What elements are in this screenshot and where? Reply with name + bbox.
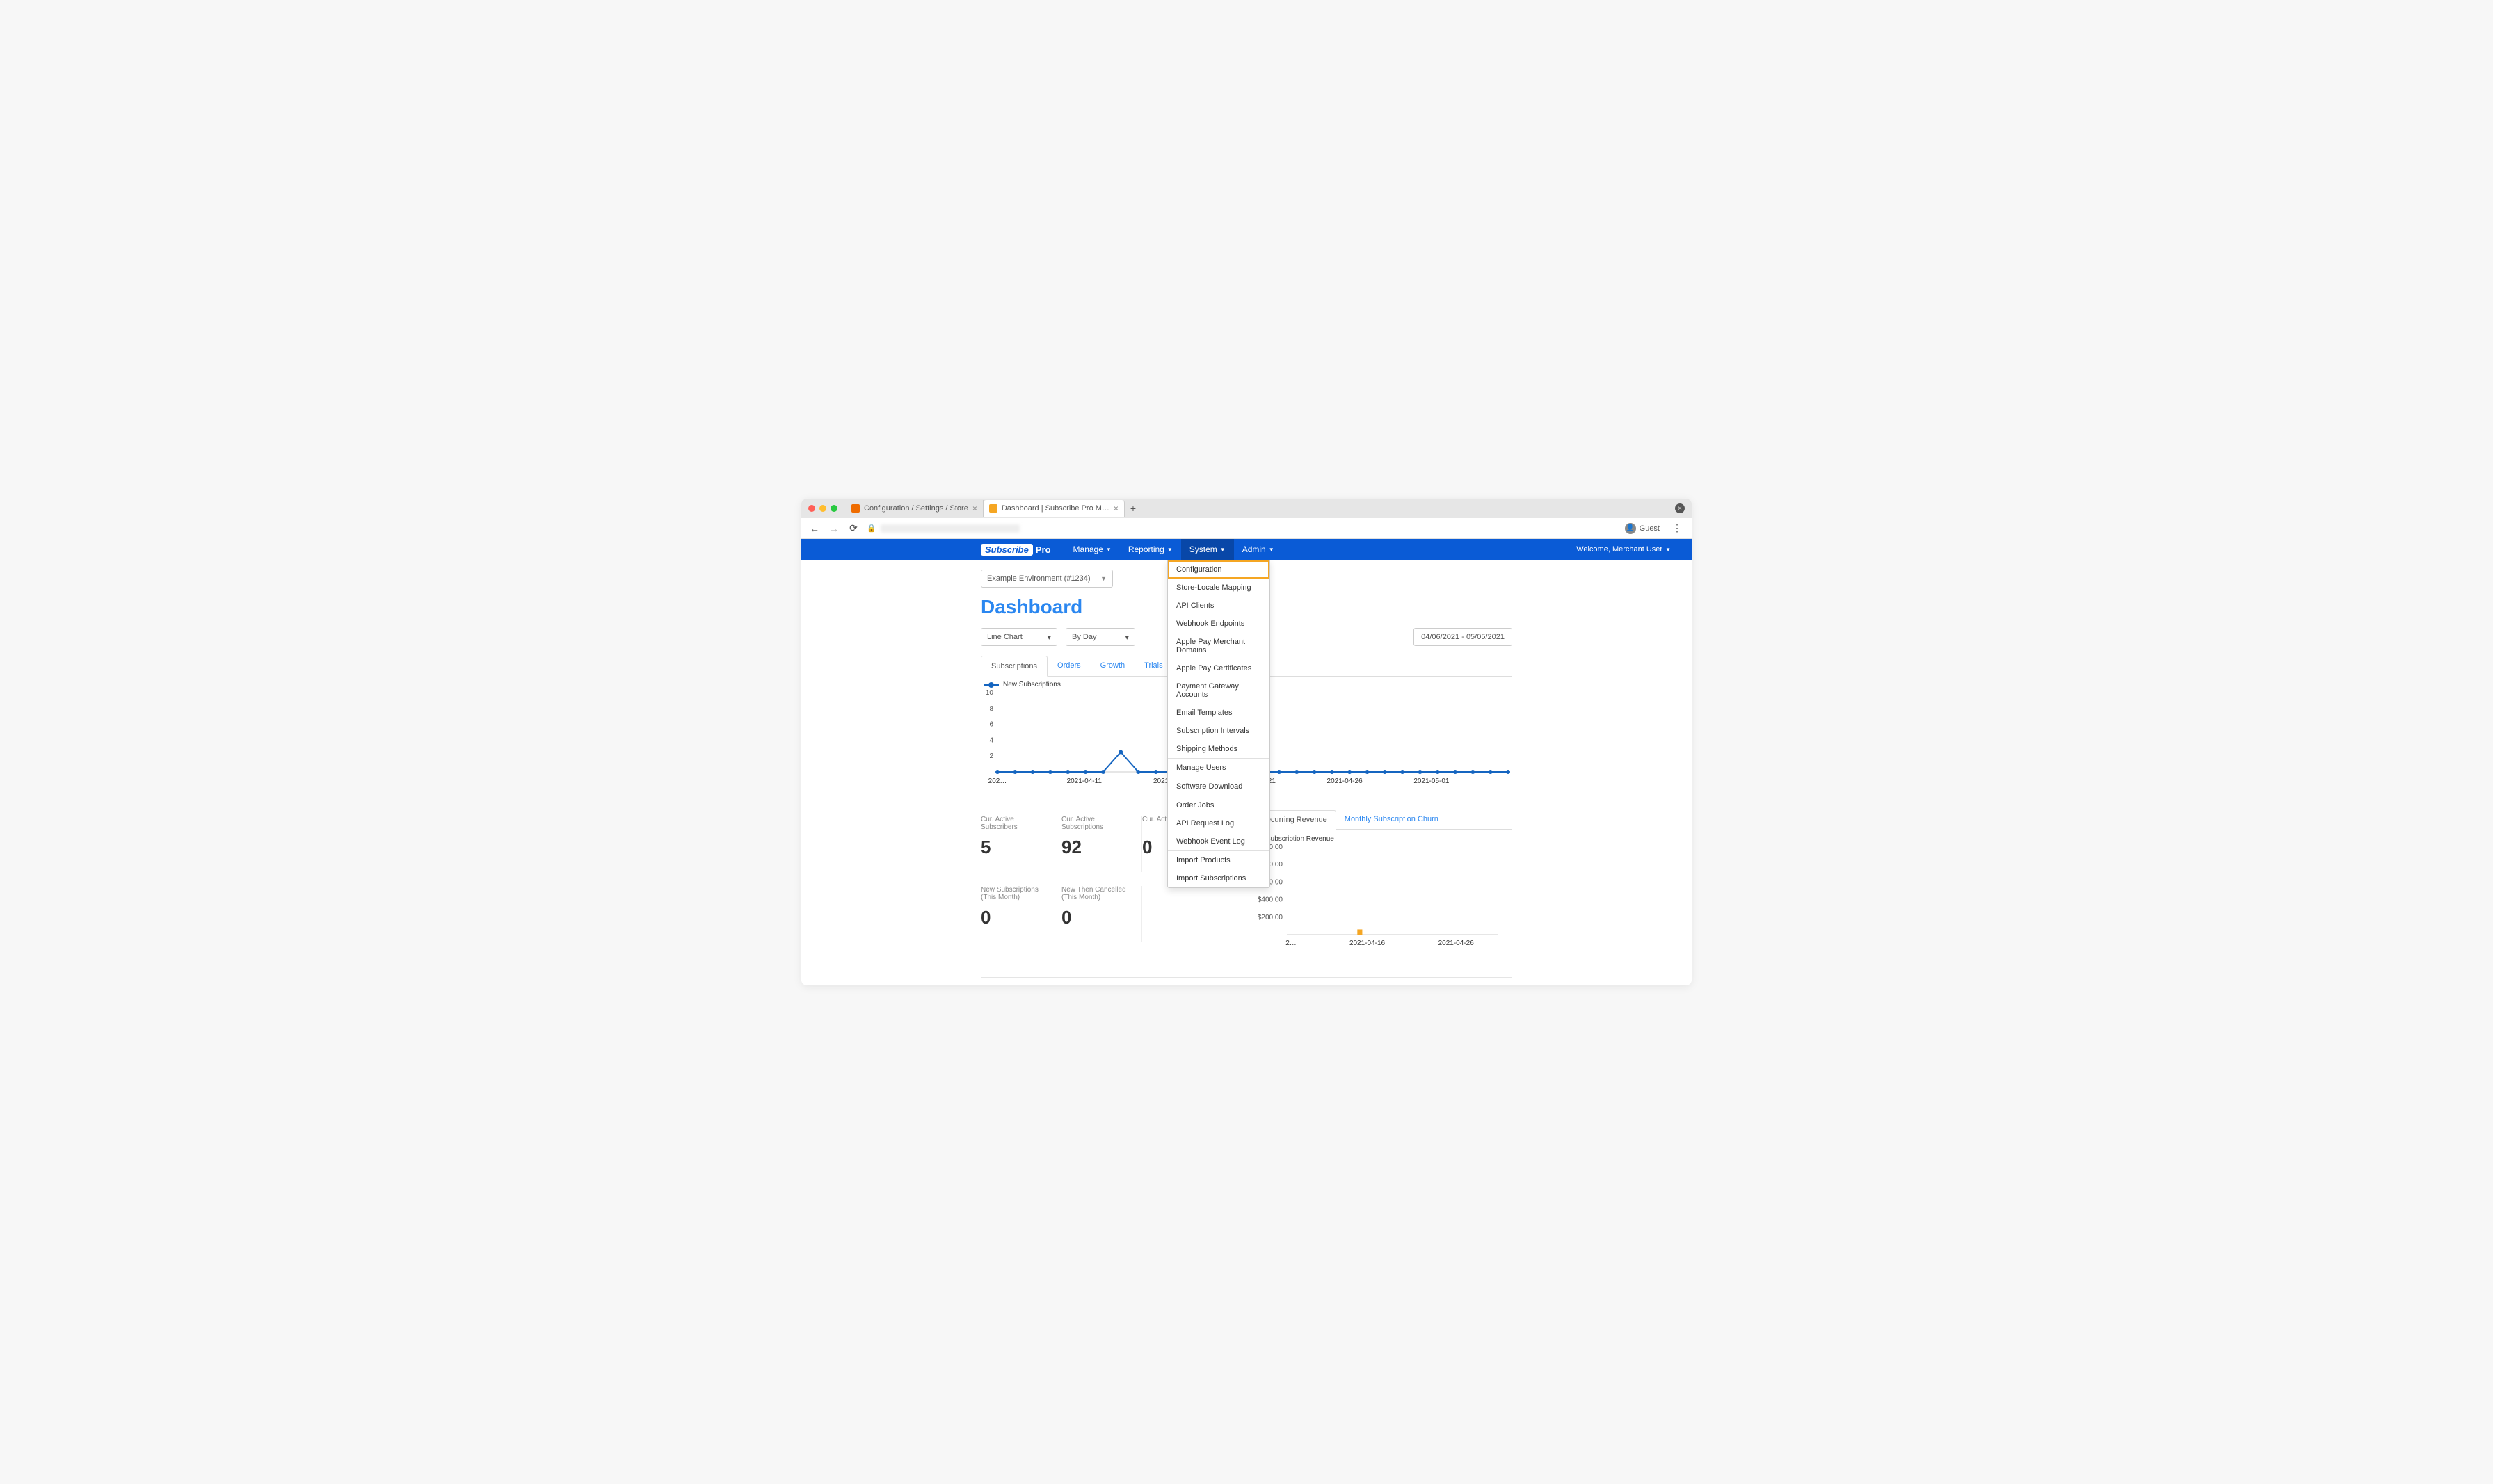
tab-title: Dashboard | Subscribe Pro M… bbox=[1002, 504, 1109, 513]
welcome-user[interactable]: Welcome, Merchant User ▼ bbox=[1576, 545, 1671, 554]
dropdown-item-import-subscriptions[interactable]: Import Subscriptions bbox=[1168, 869, 1269, 887]
avatar-icon: 👤 bbox=[1625, 523, 1636, 534]
chart-type-select[interactable]: Line Chart▾ bbox=[981, 628, 1057, 646]
browser-toolbar: ← → ⟳ 🔒 👤 Guest ⋮ bbox=[801, 518, 1692, 539]
dropdown-item-import-products[interactable]: Import Products bbox=[1168, 851, 1269, 869]
dropdown-item-subscription-intervals[interactable]: Subscription Intervals bbox=[1168, 722, 1269, 740]
url-blurred bbox=[881, 524, 1020, 533]
tab-subscriptions[interactable]: Subscriptions bbox=[981, 656, 1048, 677]
main-nav: Manage▼ Reporting▼ System▼ Admin▼ bbox=[1065, 539, 1283, 560]
revenue-legend: Subscription Revenue bbox=[1252, 835, 1512, 843]
favicon-icon bbox=[989, 504, 997, 513]
logo: Subscribe bbox=[981, 544, 1033, 556]
app-header: Subscribe Pro Manage▼ Reporting▼ System▼… bbox=[801, 539, 1692, 560]
window-maximize-icon[interactable] bbox=[831, 505, 837, 512]
chevron-down-icon: ▾ bbox=[1125, 633, 1129, 642]
reload-button[interactable]: ⟳ bbox=[847, 522, 860, 534]
dropdown-item-shipping-methods[interactable]: Shipping Methods bbox=[1168, 740, 1269, 758]
profile-label: Guest bbox=[1640, 524, 1660, 533]
forward-button[interactable]: → bbox=[828, 523, 840, 534]
svg-text:2021-04-26: 2021-04-26 bbox=[1438, 939, 1475, 947]
nav-manage[interactable]: Manage▼ bbox=[1065, 539, 1120, 560]
svg-text:$200.00: $200.00 bbox=[1258, 914, 1283, 921]
environment-selector[interactable]: Example Environment (#1234) ▼ bbox=[981, 570, 1113, 588]
page-footer: Documentation|Privacy|Terms bbox=[981, 977, 1512, 985]
svg-text:2…: 2… bbox=[1285, 939, 1297, 947]
new-tab-button[interactable]: + bbox=[1125, 500, 1141, 517]
svg-text:2: 2 bbox=[989, 752, 993, 760]
stat-cur-active-subscriptions: Cur. Active Subscriptions92 bbox=[1061, 816, 1142, 872]
chevron-down-icon: ▼ bbox=[1220, 547, 1226, 553]
dropdown-item-software-download[interactable]: Software Download bbox=[1168, 777, 1269, 796]
dropdown-item-webhook-event-log[interactable]: Webhook Event Log bbox=[1168, 832, 1269, 850]
legend-line-icon bbox=[984, 684, 999, 686]
stat-cur-active-subscribers: Cur. Active Subscribers5 bbox=[981, 816, 1061, 872]
close-all-icon[interactable]: × bbox=[1675, 503, 1685, 513]
window-minimize-icon[interactable] bbox=[819, 505, 826, 512]
svg-text:2021-04-26: 2021-04-26 bbox=[1327, 777, 1363, 785]
tab-bar: Configuration / Settings / Store × Dashb… bbox=[801, 499, 1692, 518]
close-icon[interactable]: × bbox=[1114, 503, 1119, 513]
dropdown-item-api-request-log[interactable]: API Request Log bbox=[1168, 814, 1269, 832]
env-label: Example Environment (#1234) bbox=[987, 574, 1091, 583]
svg-text:$400.00: $400.00 bbox=[1258, 896, 1283, 904]
menu-button[interactable]: ⋮ bbox=[1669, 522, 1685, 534]
browser-tab-1[interactable]: Configuration / Settings / Store × bbox=[846, 500, 984, 517]
revtab-monthly-subscription-churn[interactable]: Monthly Subscription Churn bbox=[1336, 810, 1447, 829]
date-range-picker[interactable]: 04/06/2021 - 05/05/2021 bbox=[1413, 628, 1512, 646]
revenue-chart: Subscription Revenue $200.00$400.00$600.… bbox=[1252, 830, 1512, 949]
page-body: ConfigurationStore-Locale MappingAPI Cli… bbox=[981, 560, 1512, 985]
profile-button[interactable]: 👤 Guest bbox=[1622, 522, 1662, 535]
back-button[interactable]: ← bbox=[808, 523, 821, 534]
dropdown-item-apple-pay-certificates[interactable]: Apple Pay Certificates bbox=[1168, 659, 1269, 677]
window-close-icon[interactable] bbox=[808, 505, 815, 512]
traffic-lights bbox=[808, 505, 837, 512]
svg-text:2021-04-11: 2021-04-11 bbox=[1067, 777, 1103, 785]
svg-text:4: 4 bbox=[989, 736, 993, 744]
svg-text:6: 6 bbox=[989, 721, 993, 729]
dropdown-item-store-locale-mapping[interactable]: Store-Locale Mapping bbox=[1168, 579, 1269, 597]
tab-title: Configuration / Settings / Store bbox=[864, 504, 968, 513]
dropdown-item-order-jobs[interactable]: Order Jobs bbox=[1168, 796, 1269, 814]
nav-admin[interactable]: Admin▼ bbox=[1234, 539, 1283, 560]
svg-text:202…: 202… bbox=[988, 777, 1007, 785]
close-icon[interactable]: × bbox=[972, 503, 977, 513]
dropdown-item-webhook-endpoints[interactable]: Webhook Endpoints bbox=[1168, 615, 1269, 633]
page-viewport: Subscribe Pro Manage▼ Reporting▼ System▼… bbox=[801, 539, 1692, 985]
svg-text:2021-05-01: 2021-05-01 bbox=[1413, 777, 1450, 785]
svg-text:2021-04-16: 2021-04-16 bbox=[1349, 939, 1386, 947]
chevron-down-icon: ▼ bbox=[1106, 547, 1112, 553]
dropdown-item-configuration[interactable]: Configuration bbox=[1168, 560, 1269, 579]
dropdown-item-payment-gateway-accounts[interactable]: Payment Gateway Accounts bbox=[1168, 677, 1269, 704]
chevron-down-icon: ▼ bbox=[1100, 575, 1107, 582]
chevron-down-icon: ▾ bbox=[1047, 633, 1051, 642]
nav-system[interactable]: System▼ bbox=[1181, 539, 1234, 560]
dropdown-item-email-templates[interactable]: Email Templates bbox=[1168, 704, 1269, 722]
svg-text:8: 8 bbox=[989, 705, 993, 713]
svg-text:10: 10 bbox=[986, 689, 994, 697]
browser-window: Configuration / Settings / Store × Dashb… bbox=[801, 499, 1692, 985]
tab-growth[interactable]: Growth bbox=[1091, 656, 1135, 676]
tab-orders[interactable]: Orders bbox=[1048, 656, 1091, 676]
chevron-down-icon: ▼ bbox=[1167, 547, 1173, 553]
address-bar[interactable]: 🔒 bbox=[867, 521, 1615, 536]
interval-select[interactable]: By Day▾ bbox=[1066, 628, 1135, 646]
stat-new-then-cancelled-this-month-: New Then Cancelled (This Month)0 bbox=[1061, 886, 1142, 942]
nav-reporting[interactable]: Reporting▼ bbox=[1120, 539, 1181, 560]
logo-suffix: Pro bbox=[1036, 545, 1051, 555]
system-dropdown: ConfigurationStore-Locale MappingAPI Cli… bbox=[1167, 560, 1270, 888]
dropdown-item-api-clients[interactable]: API Clients bbox=[1168, 597, 1269, 615]
chevron-down-icon: ▼ bbox=[1269, 547, 1274, 553]
dropdown-item-apple-pay-merchant-domains[interactable]: Apple Pay Merchant Domains bbox=[1168, 633, 1269, 659]
favicon-icon bbox=[851, 504, 860, 513]
chevron-down-icon: ▼ bbox=[1665, 547, 1671, 553]
dropdown-item-manage-users[interactable]: Manage Users bbox=[1168, 759, 1269, 777]
browser-tab-2[interactable]: Dashboard | Subscribe Pro M… × bbox=[984, 500, 1125, 517]
lock-icon: 🔒 bbox=[867, 524, 876, 533]
stat-new-subscriptions-this-month-: New Subscriptions (This Month)0 bbox=[981, 886, 1061, 942]
